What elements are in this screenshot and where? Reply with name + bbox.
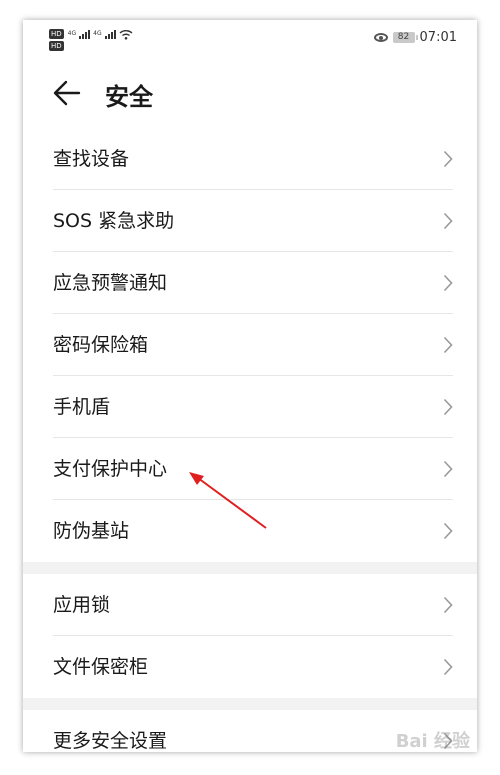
menu-item-emergency-alert[interactable]: 应急预警通知 [23,252,477,314]
chevron-right-icon [443,596,453,614]
chevron-right-icon [443,150,453,168]
menu-item-app-lock[interactable]: 应用锁 [23,574,477,636]
menu-item-label: 支付保护中心 [53,458,168,480]
eye-icon [373,33,388,42]
chevron-right-icon [443,460,453,478]
back-button[interactable] [51,76,85,110]
section-gap [23,562,477,574]
menu-item-label: 文件保密柜 [53,656,149,678]
chevron-right-icon [443,658,453,676]
menu-item-file-safe[interactable]: 文件保密柜 [23,636,477,698]
app-header: 安全 [23,60,477,126]
menu-item-label: 应用锁 [53,594,111,616]
settings-list: 查找设备 SOS 紧急求助 应急预警通知 密码保险箱 手机盾 支付保护中心 防伪… [23,128,477,752]
chevron-right-icon [443,398,453,416]
section-gap [23,698,477,710]
menu-item-label: SOS 紧急求助 [53,210,175,232]
menu-item-label: 更多安全设置 [53,730,168,752]
hd-badge: HD [49,41,64,51]
chevron-right-icon [443,274,453,292]
phone-screen: HD 4G 4G HD 82 07:01 安全 查找设备 SOS 紧急求助 应急… [23,20,477,752]
menu-item-label: 手机盾 [53,396,111,418]
menu-item-label: 密码保险箱 [53,334,149,356]
clock: 07:01 [419,30,457,45]
signal-icon [79,29,91,39]
signal-icon [104,29,116,39]
battery-icon: 82 [392,32,418,43]
menu-item-payment-protection[interactable]: 支付保护中心 [23,438,477,500]
status-left: HD 4G 4G HD [49,28,133,52]
menu-item-label: 防伪基站 [53,520,130,542]
menu-item-more-security[interactable]: 更多安全设置 [23,710,477,752]
status-right: 82 07:01 [373,30,457,45]
network-type-label: 4G [67,30,77,37]
network-type-label: 4G [93,30,102,37]
back-arrow-icon [53,80,81,106]
chevron-right-icon [443,732,453,750]
menu-item-phone-shield[interactable]: 手机盾 [23,376,477,438]
menu-item-sos[interactable]: SOS 紧急求助 [23,190,477,252]
page-title: 安全 [105,83,153,111]
menu-item-find-device[interactable]: 查找设备 [23,128,477,190]
menu-item-label: 应急预警通知 [53,272,168,294]
status-bar: HD 4G 4G HD 82 07:01 [23,20,477,60]
menu-item-fake-base-station[interactable]: 防伪基站 [23,500,477,562]
menu-item-password-vault[interactable]: 密码保险箱 [23,314,477,376]
chevron-right-icon [443,336,453,354]
menu-item-label: 查找设备 [53,148,130,170]
chevron-right-icon [443,212,453,230]
chevron-right-icon [443,522,453,540]
wifi-icon [119,29,133,40]
hd-badge: HD [49,29,64,39]
